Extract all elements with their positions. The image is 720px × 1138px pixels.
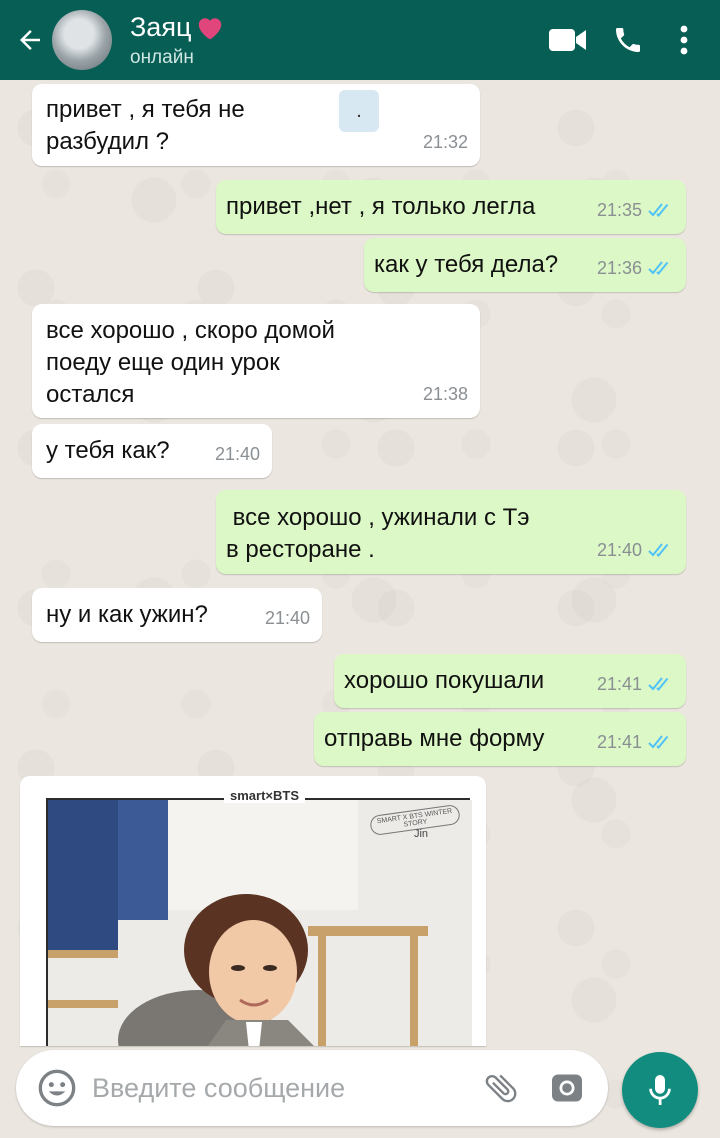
contact-name: Заяц bbox=[130, 10, 538, 44]
message-outgoing[interactable]: отправь мне форму 21:41 bbox=[314, 712, 686, 766]
message-time: 21:40 bbox=[264, 608, 310, 628]
emoji-button[interactable] bbox=[22, 1050, 92, 1126]
message-meta: 21:41 bbox=[597, 726, 674, 758]
back-arrow-icon bbox=[20, 30, 40, 50]
attachment-chip[interactable]: . bbox=[339, 90, 379, 132]
message-outgoing[interactable]: все хорошо , ужинали с Тэ в ресторане . … bbox=[216, 490, 686, 574]
paperclip-icon bbox=[485, 1074, 517, 1103]
message-time: 21:38 bbox=[422, 384, 468, 404]
message-meta: 21:40 bbox=[215, 438, 260, 470]
message-time: 21:40 bbox=[596, 540, 642, 560]
message-time: 21:41 bbox=[596, 674, 642, 694]
message-input[interactable] bbox=[92, 1072, 468, 1104]
message-time: 21:35 bbox=[596, 200, 642, 220]
contact-name-text: Заяц bbox=[130, 12, 192, 42]
message-meta: 21:38 bbox=[423, 378, 468, 410]
message-text-line: поеду еще один урок bbox=[46, 349, 280, 376]
contact-info[interactable]: Заяц онлайн bbox=[130, 10, 538, 70]
camera-icon bbox=[552, 1074, 582, 1102]
heart-icon bbox=[199, 18, 222, 40]
message-text-line: все хорошо , ужинали с Тэ bbox=[226, 504, 530, 531]
attach-button[interactable] bbox=[468, 1050, 534, 1126]
message-incoming[interactable]: ну и как ужин? 21:40 bbox=[32, 588, 322, 642]
message-text-line: остался bbox=[46, 381, 135, 408]
avatar[interactable] bbox=[52, 10, 112, 70]
microphone-icon bbox=[649, 1075, 671, 1105]
chat-header: Заяц онлайн bbox=[0, 0, 720, 80]
read-receipt-icon bbox=[648, 261, 669, 275]
message-outgoing[interactable]: как у тебя дела? 21:36 bbox=[364, 238, 686, 292]
message-time: 21:41 bbox=[596, 732, 642, 752]
message-text-line: все хорошо , скоро домой bbox=[46, 317, 335, 344]
photo-illustration bbox=[48, 800, 472, 1046]
read-receipt-icon bbox=[648, 735, 669, 749]
voice-message-button[interactable] bbox=[622, 1052, 698, 1128]
read-receipt-icon bbox=[648, 677, 669, 691]
video-call-icon bbox=[549, 29, 586, 51]
phone-icon bbox=[616, 28, 640, 52]
message-meta: 21:40 bbox=[265, 602, 310, 634]
message-time: 21:40 bbox=[214, 444, 260, 464]
image-message[interactable]: smart×BTS SMART X BTS WINTER STORY Jin bbox=[20, 776, 486, 1046]
message-composer bbox=[16, 1050, 608, 1126]
member-label: Jin bbox=[413, 828, 428, 840]
attachment-chip-text: . bbox=[356, 100, 362, 122]
emoji-icon bbox=[38, 1069, 76, 1107]
message-meta: 21:40 bbox=[597, 534, 674, 566]
message-meta: 21:36 bbox=[597, 252, 674, 284]
message-text-line: разбудил ? bbox=[46, 128, 170, 155]
message-outgoing[interactable]: хорошо покушали 21:41 bbox=[334, 654, 686, 708]
message-outgoing[interactable]: привет ,нет , я только легла 21:35 bbox=[216, 180, 686, 234]
message-incoming[interactable]: у тебя как? 21:40 bbox=[32, 424, 272, 478]
read-receipt-icon bbox=[648, 203, 669, 217]
read-receipt-icon bbox=[648, 543, 669, 557]
message-text-line: привет , я тебя не bbox=[46, 96, 245, 123]
message-time: 21:32 bbox=[422, 132, 468, 152]
camera-button[interactable] bbox=[534, 1050, 600, 1126]
message-incoming[interactable]: привет , я тебя не разбудил ? . 21:32 bbox=[32, 84, 480, 166]
message-meta: 21:41 bbox=[597, 668, 674, 700]
more-vert-icon bbox=[680, 25, 688, 55]
message-time: 21:36 bbox=[596, 258, 642, 278]
message-incoming[interactable]: все хорошо , скоро домой поеду еще один … bbox=[32, 304, 480, 418]
voice-call-button[interactable] bbox=[598, 8, 658, 72]
message-meta: 21:35 bbox=[597, 194, 674, 226]
back-button[interactable] bbox=[6, 8, 54, 72]
photo-card[interactable]: smart×BTS SMART X BTS WINTER STORY Jin bbox=[46, 788, 472, 1046]
brand-label: smart×BTS bbox=[224, 788, 305, 803]
video-call-button[interactable] bbox=[538, 8, 598, 72]
more-options-button[interactable] bbox=[658, 8, 710, 72]
contact-status: онлайн bbox=[130, 47, 194, 68]
message-meta: 21:32 bbox=[423, 126, 468, 158]
